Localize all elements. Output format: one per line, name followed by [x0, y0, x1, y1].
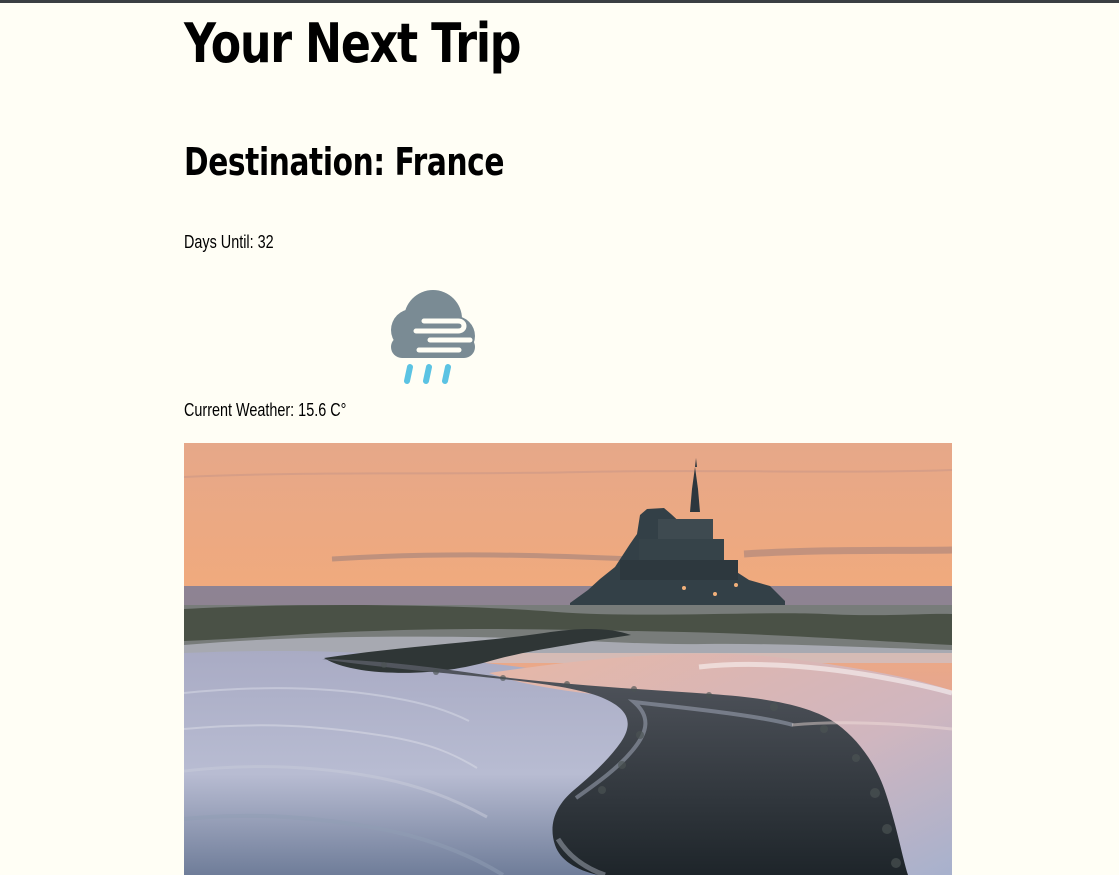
days-until-text: Days Until: 32 [184, 232, 274, 252]
current-weather-text: Current Weather: 15.6 C° [184, 400, 347, 420]
mont-saint-michel-photo [184, 443, 952, 875]
rain-wind-cloud-icon [382, 288, 482, 388]
page-title: Your Next Trip [184, 12, 521, 75]
destination-heading: Destination: France [184, 140, 505, 184]
top-border [0, 0, 1119, 3]
